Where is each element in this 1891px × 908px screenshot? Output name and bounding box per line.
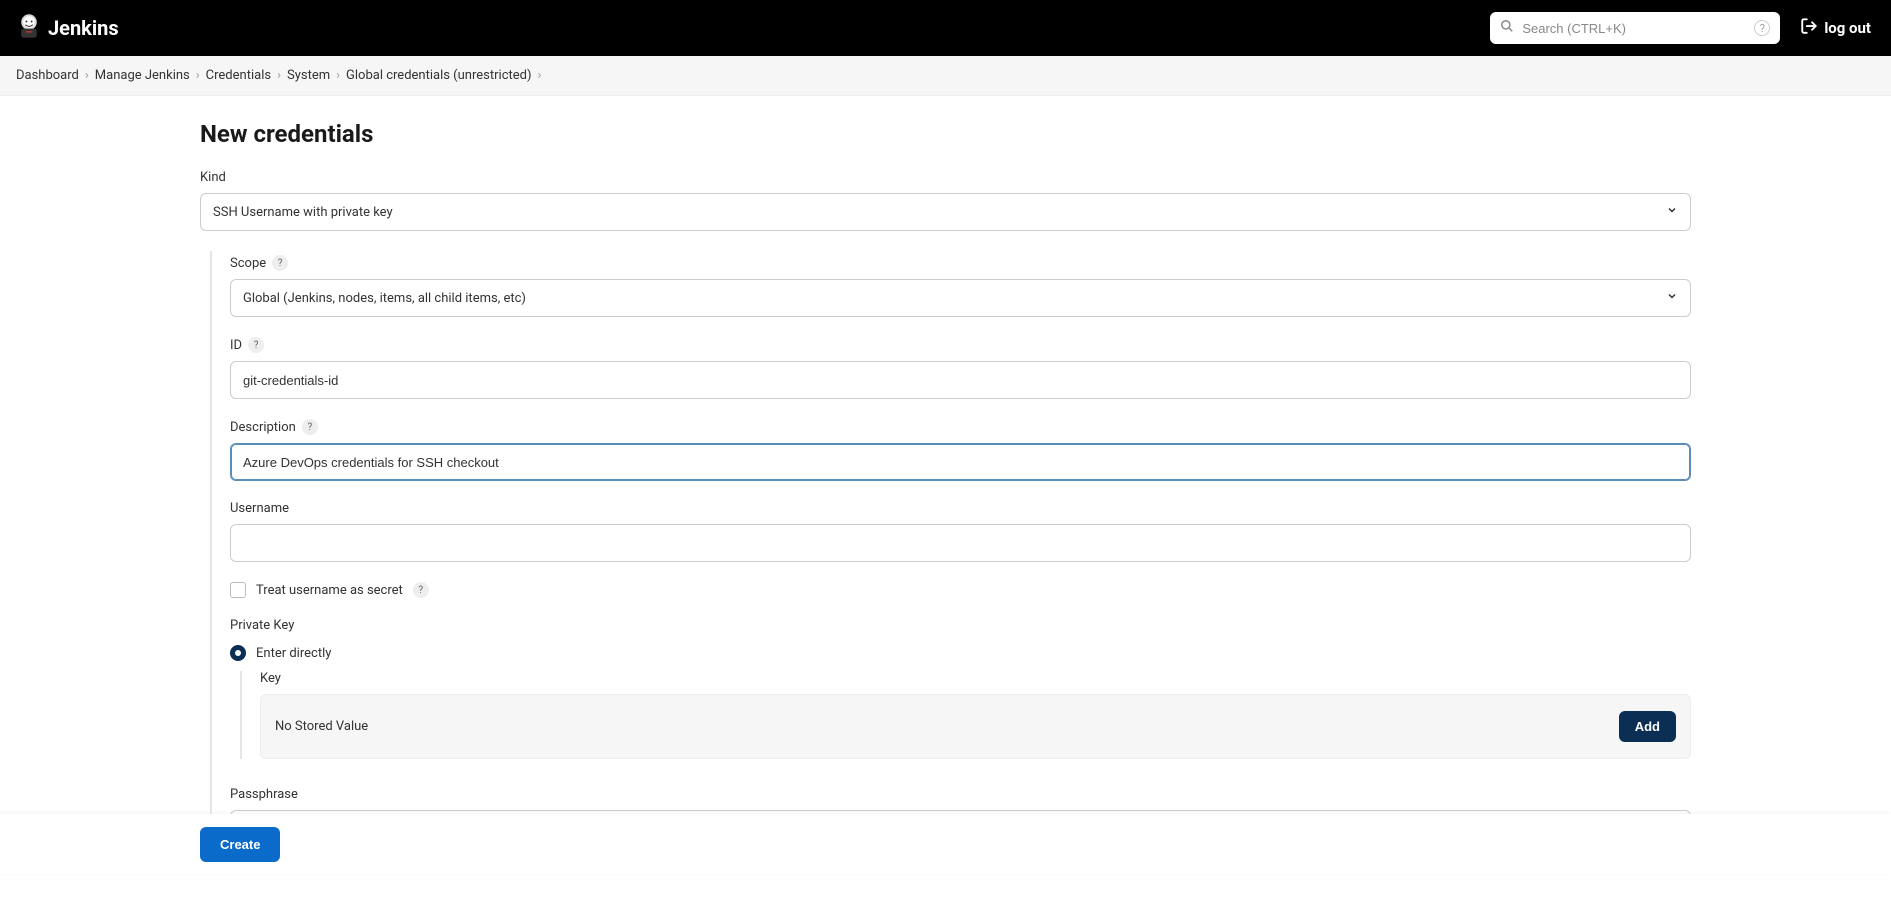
breadcrumb: Dashboard › Manage Jenkins › Credentials… [0, 56, 1891, 96]
chevron-right-icon: › [196, 68, 200, 83]
main-content: New credentials Kind SSH Username with p… [0, 96, 1891, 908]
app-title: Jenkins [48, 16, 119, 40]
chevron-down-icon [1666, 290, 1678, 306]
radio-selected-icon [230, 645, 246, 661]
scope-value: Global (Jenkins, nodes, items, all child… [243, 291, 526, 306]
kind-label: Kind [200, 170, 226, 185]
chevron-right-icon: › [538, 68, 542, 83]
topbar: Jenkins ? log out [0, 0, 1891, 56]
id-input-wrap [230, 361, 1691, 399]
breadcrumb-item[interactable]: Manage Jenkins [95, 68, 190, 83]
chevron-right-icon: › [85, 68, 89, 83]
username-label: Username [230, 501, 289, 516]
create-button[interactable]: Create [200, 827, 280, 862]
chevron-right-icon: › [336, 68, 340, 83]
search-icon [1500, 19, 1514, 37]
help-icon[interactable]: ? [272, 255, 288, 271]
private-key-label: Private Key [230, 618, 294, 633]
chevron-down-icon [1666, 204, 1678, 220]
treat-secret-label: Treat username as secret [256, 583, 403, 598]
id-input[interactable] [243, 373, 1678, 388]
jenkins-icon [16, 11, 42, 45]
help-icon[interactable]: ? [413, 582, 429, 598]
logout-label: log out [1824, 19, 1871, 37]
description-input[interactable] [243, 455, 1678, 470]
breadcrumb-item[interactable]: System [287, 68, 330, 83]
field-description: Description ? [230, 419, 1691, 481]
footer-bar: Create [0, 814, 1891, 874]
username-input-wrap [230, 524, 1691, 562]
add-key-button[interactable]: Add [1619, 711, 1676, 742]
enter-directly-label: Enter directly [256, 646, 331, 661]
key-label: Key [260, 671, 1691, 686]
no-stored-value-text: No Stored Value [275, 719, 368, 734]
key-store-box: No Stored Value Add [260, 694, 1691, 759]
app-logo[interactable]: Jenkins [16, 11, 119, 45]
field-private-key: Private Key Enter directly Key No Stored… [230, 618, 1691, 759]
breadcrumb-item[interactable]: Credentials [206, 68, 271, 83]
field-id: ID ? [230, 337, 1691, 399]
help-icon[interactable]: ? [302, 419, 318, 435]
topbar-left: Jenkins [16, 11, 119, 45]
scope-label: Scope [230, 256, 266, 271]
field-treat-secret: Treat username as secret ? [230, 582, 1691, 598]
field-kind: Kind SSH Username with private key [200, 170, 1691, 231]
page-title: New credentials [200, 120, 1691, 148]
treat-secret-checkbox[interactable] [230, 582, 246, 598]
kind-value: SSH Username with private key [213, 205, 393, 220]
search-input[interactable] [1522, 21, 1746, 36]
field-username: Username [230, 501, 1691, 562]
description-input-wrap [230, 443, 1691, 481]
field-scope: Scope ? Global (Jenkins, nodes, items, a… [230, 255, 1691, 317]
description-label: Description [230, 420, 296, 435]
breadcrumb-item[interactable]: Global credentials (unrestricted) [346, 68, 531, 83]
passphrase-label: Passphrase [230, 787, 298, 802]
enter-directly-radio-row[interactable]: Enter directly [230, 645, 1691, 661]
topbar-right: ? log out [1490, 12, 1871, 44]
logout-button[interactable]: log out [1800, 17, 1871, 39]
username-input[interactable] [243, 536, 1678, 551]
search-help-icon[interactable]: ? [1754, 20, 1770, 36]
kind-select[interactable]: SSH Username with private key [200, 193, 1691, 231]
breadcrumb-item[interactable]: Dashboard [16, 68, 79, 83]
logout-icon [1800, 17, 1818, 39]
id-label: ID [230, 338, 242, 353]
help-icon[interactable]: ? [248, 337, 264, 353]
search-box[interactable]: ? [1490, 12, 1780, 44]
scope-select[interactable]: Global (Jenkins, nodes, items, all child… [230, 279, 1691, 317]
chevron-right-icon: › [277, 68, 281, 83]
